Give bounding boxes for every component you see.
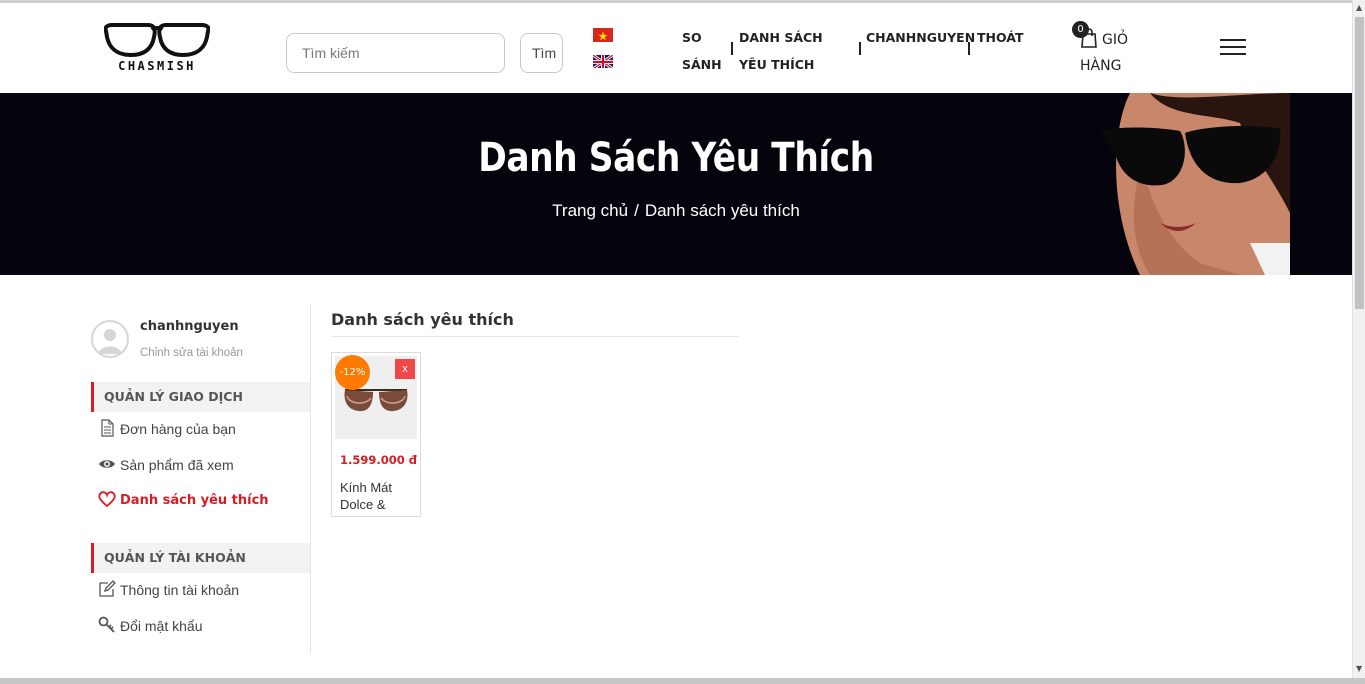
breadcrumb-home[interactable]: Trang chủ xyxy=(552,201,628,220)
site-header: CHASMISH Tìm SO SÁNH DANH SÁCH YÊU THÍCH… xyxy=(0,3,1352,93)
vn-flag-icon[interactable] xyxy=(593,28,613,42)
sidebar-item-label: Danh sách yêu thích xyxy=(120,493,269,508)
eye-icon xyxy=(99,460,115,469)
cart-label: GIỎ HÀNG xyxy=(1080,32,1128,74)
discount-badge: -12% xyxy=(335,355,370,390)
document-icon xyxy=(101,419,114,437)
breadcrumb-separator: / xyxy=(634,201,639,220)
banner-model-image xyxy=(1100,93,1290,275)
page-banner: Danh Sách Yêu Thích Trang chủ / Danh sách … xyxy=(0,93,1352,275)
hamburger-icon[interactable] xyxy=(1220,39,1246,57)
page-title: Danh Sách Yêu Thích xyxy=(478,135,874,181)
breadcrumb-current: Danh sách yêu thích xyxy=(644,201,800,220)
os-taskbar xyxy=(0,678,1365,684)
glasses-logo-icon xyxy=(103,23,211,58)
sidebar-item-account-info[interactable]: Thông tin tài khoản xyxy=(98,579,239,601)
uk-flag-icon[interactable] xyxy=(593,54,613,68)
username: chanhnguyen xyxy=(140,319,239,334)
logo-text: CHASMISH xyxy=(118,59,196,73)
nav-logout[interactable]: THOÁT xyxy=(977,24,1037,51)
account-sidebar: chanhnguyen Chỉnh sửa tài khoản QUẢN LÝ … xyxy=(91,304,311,654)
sidebar-item-label: Thông tin tài khoản xyxy=(120,582,240,598)
key-icon xyxy=(98,616,115,633)
sidebar-item-orders[interactable]: Đơn hàng của bạn xyxy=(98,418,236,440)
search-button[interactable]: Tìm xyxy=(520,33,563,73)
edit-icon xyxy=(99,580,116,597)
sidebar-item-change-password[interactable]: Đổi mật khẩu xyxy=(98,615,202,637)
edit-account-link[interactable]: Chỉnh sửa tài khoản xyxy=(140,347,243,359)
avatar xyxy=(91,320,129,358)
product-name[interactable]: Kính Mát Dolce & xyxy=(340,479,410,513)
logo[interactable]: CHASMISH xyxy=(103,21,211,77)
nav-user[interactable]: CHANHNGUYEN xyxy=(866,24,975,51)
sidebar-item-viewed[interactable]: Sản phẩm đã xem xyxy=(98,454,234,476)
scroll-up-icon[interactable]: ▲ xyxy=(1356,3,1362,12)
sidebar-item-label: Đổi mật khẩu xyxy=(120,618,203,634)
vertical-scrollbar[interactable]: ▲ ▼ xyxy=(1352,0,1365,678)
nav-separator xyxy=(731,42,733,55)
heart-icon xyxy=(98,490,116,507)
sidebar-item-wishlist[interactable]: Danh sách yêu thích xyxy=(98,490,269,512)
nav-separator xyxy=(859,42,861,55)
sidebar-item-label: Đơn hàng của bạn xyxy=(120,421,236,437)
product-price: 1.599.000 đ xyxy=(340,453,417,467)
wishlist-title: Danh sách yêu thích xyxy=(331,310,739,337)
sidebar-item-label: Sản phẩm đã xem xyxy=(120,457,234,473)
nav-wishlist[interactable]: DANH SÁCH YÊU THÍCH xyxy=(739,24,854,78)
product-card[interactable]: -12% x 1.599.000 đ Kính Mát Dolce & xyxy=(331,352,421,517)
section-account: QUẢN LÝ TÀI KHOẢN xyxy=(91,543,310,573)
search-input[interactable] xyxy=(286,33,505,73)
scroll-down-icon[interactable]: ▼ xyxy=(1356,664,1362,673)
section-transactions: QUẢN LÝ GIAO DỊCH xyxy=(91,382,310,412)
nav-separator xyxy=(968,42,970,55)
scrollbar-thumb[interactable] xyxy=(1355,17,1364,309)
remove-from-wishlist-button[interactable]: x xyxy=(395,359,415,379)
page: CHASMISH Tìm SO SÁNH DANH SÁCH YÊU THÍCH… xyxy=(0,0,1365,684)
nav-compare[interactable]: SO SÁNH xyxy=(682,24,728,78)
